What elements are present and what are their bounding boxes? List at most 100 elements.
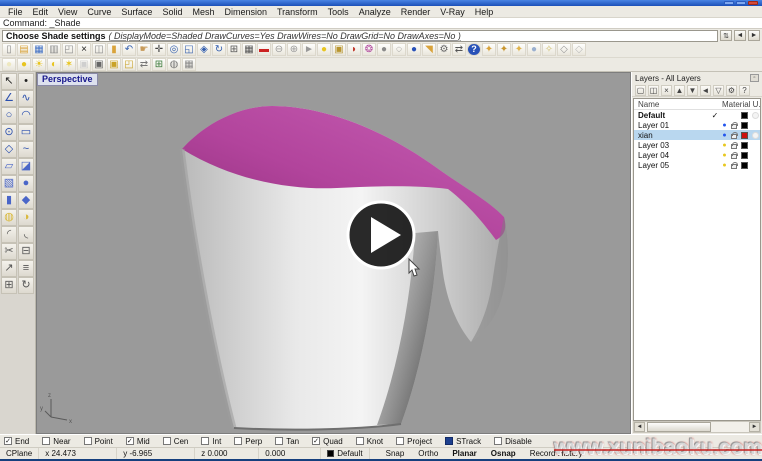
select-visible-icon[interactable]: ► — [302, 43, 316, 56]
panel-options-button[interactable]: ▫ — [750, 74, 759, 82]
play-button[interactable] — [348, 202, 414, 268]
layer-color-swatch[interactable] — [741, 162, 748, 169]
diamond-2-icon[interactable]: ◇ — [572, 43, 586, 56]
light-bulb-icon[interactable]: ● — [317, 43, 331, 56]
grid-snap-icon[interactable]: ⊞ — [152, 58, 166, 71]
command-prompt-options[interactable]: ( DisplayMode=Shaded DrawCurves=Yes Draw… — [109, 31, 461, 41]
layer-new-icon[interactable]: ◰ — [122, 58, 136, 71]
color-wheel-icon[interactable]: ❂ — [362, 43, 376, 56]
box-icon[interactable]: ▧ — [1, 175, 17, 192]
offset-icon[interactable]: ≡ — [18, 260, 34, 277]
vray-gold-3-icon[interactable]: ✦ — [512, 43, 526, 56]
osnap-checkbox[interactable] — [4, 437, 12, 445]
layer-lock-icon[interactable] — [729, 142, 739, 149]
bulb-glow-icon[interactable]: ☀ — [32, 58, 46, 71]
rotate-view-icon[interactable]: ↻ — [212, 43, 226, 56]
layer-row[interactable]: Layer 05 ● — [634, 160, 760, 170]
cplane-button[interactable]: CPlane — [0, 448, 39, 459]
move-down-icon[interactable]: ▼ — [687, 85, 698, 96]
sphere-icon[interactable]: ● — [18, 175, 34, 192]
column-header-name[interactable]: Name — [634, 100, 722, 109]
layer-row[interactable]: Layer 01 ● — [634, 120, 760, 130]
boolean-union-icon[interactable]: ◍ — [1, 209, 17, 226]
menu-item[interactable]: Dimension — [219, 7, 272, 17]
osnap-checkbox[interactable] — [445, 437, 453, 445]
scrollbar-track[interactable] — [645, 422, 749, 432]
osnap-checkbox[interactable] — [275, 437, 283, 445]
freeform-icon[interactable]: ~ — [18, 141, 34, 158]
osnap-checkbox[interactable] — [356, 437, 364, 445]
perspective-viewport[interactable]: Perspective — [36, 72, 631, 434]
menu-item[interactable]: Curve — [82, 7, 116, 17]
layer-visibility-bulb-icon[interactable]: ● — [720, 152, 729, 159]
link-copy-icon[interactable]: ⇄ — [452, 43, 466, 56]
menu-item[interactable]: Transform — [272, 7, 323, 17]
menu-item[interactable]: Surface — [116, 7, 157, 17]
paste-icon[interactable]: ▮ — [107, 43, 121, 56]
menu-item[interactable]: Help — [470, 7, 499, 17]
layer-visibility-bulb-icon[interactable]: ● — [720, 122, 729, 129]
viewport-title[interactable]: Perspective — [37, 73, 98, 86]
lock-gold-icon[interactable]: ▣ — [107, 58, 121, 71]
copy-picture-icon[interactable]: ◰ — [62, 43, 76, 56]
new-file-icon[interactable]: ▯ — [2, 43, 16, 56]
zoom-extents-icon[interactable]: ⊞ — [227, 43, 241, 56]
polyline-icon[interactable]: ∠ — [1, 90, 17, 107]
osnap-checkbox[interactable] — [494, 437, 502, 445]
layer-visibility-bulb-icon[interactable]: ● — [720, 132, 729, 139]
minimize-button[interactable] — [724, 1, 734, 5]
osnap-checkbox[interactable] — [396, 437, 404, 445]
osnap-checkbox[interactable] — [312, 437, 320, 445]
command-prompt-input[interactable]: Choose Shade settings ( DisplayMode=Shad… — [2, 30, 718, 42]
show-object-icon[interactable]: ⊕ — [287, 43, 301, 56]
open-folder-icon[interactable]: ▤ — [17, 43, 31, 56]
surface-corner-icon[interactable]: ◪ — [18, 158, 34, 175]
menu-item[interactable]: Solid — [157, 7, 187, 17]
options-gears-icon[interactable]: ⚙ — [437, 43, 451, 56]
ellipse-icon[interactable]: ⊙ — [1, 124, 17, 141]
layer-row[interactable]: Layer 03 ● — [634, 140, 760, 150]
four-viewports-icon[interactable]: ▦ — [242, 43, 256, 56]
cylinder-icon[interactable]: ▮ — [1, 192, 17, 209]
globe-icon[interactable]: ◍ — [167, 58, 181, 71]
layer-row[interactable]: Layer 04 ● — [634, 150, 760, 160]
layer-link-icon[interactable]: ⇄ — [137, 58, 151, 71]
status-toggle[interactable]: Osnap — [491, 449, 516, 458]
menu-item[interactable]: View — [53, 7, 82, 17]
command-spinner-button[interactable]: ⇅ — [720, 30, 732, 41]
spotlight-icon[interactable]: ◐ — [47, 58, 61, 71]
new-layer-icon[interactable]: ▢ — [635, 85, 646, 96]
polygon-icon[interactable]: ◇ — [1, 141, 17, 158]
command-history-line[interactable]: Command: _Shade — [0, 18, 762, 29]
boolean-difference-icon[interactable]: ◑ — [18, 209, 34, 226]
layer-color-swatch[interactable] — [741, 112, 748, 119]
bulb-on-icon[interactable]: ● — [17, 58, 31, 71]
osnap-checkbox[interactable] — [234, 437, 242, 445]
new-sublayer-icon[interactable]: ◫ — [648, 85, 659, 96]
lock-dark-icon[interactable]: ▣ — [92, 58, 106, 71]
rotate-icon[interactable]: ↻ — [18, 277, 34, 294]
solid-icon[interactable]: ◆ — [18, 192, 34, 209]
layer-visibility-bulb-icon[interactable]: ● — [720, 142, 729, 149]
menu-item[interactable]: Analyze — [354, 7, 396, 17]
lock-white-icon[interactable]: ▣ — [77, 58, 91, 71]
zoom-selected-icon[interactable]: ◈ — [197, 43, 211, 56]
trim-icon[interactable]: ✂ — [1, 243, 17, 260]
layer-row[interactable]: xian ● — [634, 130, 760, 140]
status-toggle[interactable]: Ortho — [418, 449, 438, 458]
layer-material-dot[interactable] — [750, 132, 760, 139]
menu-item[interactable]: Tools — [323, 7, 354, 17]
menu-item[interactable]: Render — [396, 7, 436, 17]
save-icon[interactable]: ▦ — [32, 43, 46, 56]
scrollbar-thumb[interactable] — [647, 422, 711, 432]
layer-lock-icon[interactable] — [729, 132, 739, 139]
layer-visibility-bulb-icon[interactable]: ● — [720, 162, 729, 169]
arc-icon[interactable]: ◠ — [18, 107, 34, 124]
pointer-flag-icon[interactable]: ◥ — [422, 43, 436, 56]
delete-layer-icon[interactable]: × — [661, 85, 672, 96]
zoom-dynamic-icon[interactable]: ◎ — [167, 43, 181, 56]
column-header-material[interactable]: Material U... — [722, 100, 760, 109]
print-icon[interactable]: ▥ — [47, 43, 61, 56]
layer-color-swatch[interactable] — [741, 152, 748, 159]
rectangle-icon[interactable]: ▭ — [18, 124, 34, 141]
